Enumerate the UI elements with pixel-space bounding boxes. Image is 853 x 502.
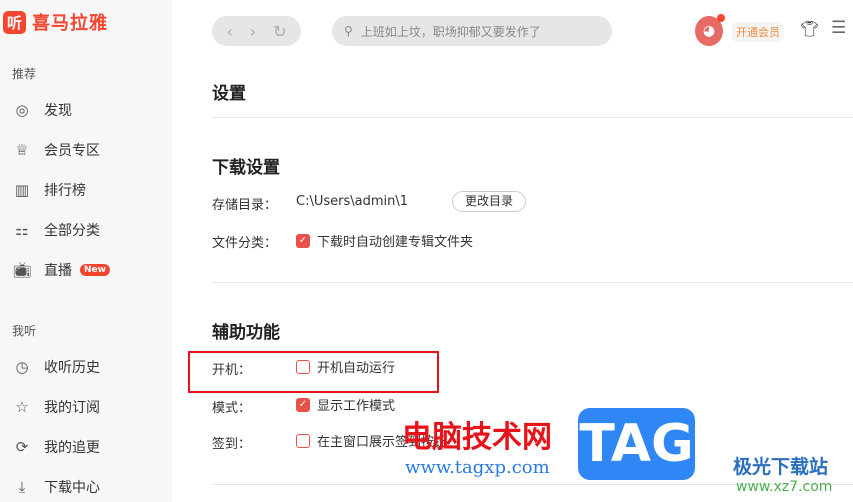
page-title: 设置	[212, 84, 246, 104]
watermark-text: 电脑技术网	[402, 420, 552, 455]
sidebar-item-label: 会员专区	[44, 143, 100, 159]
sidebar-item-categories[interactable]: ⚏ 全部分类	[12, 218, 100, 242]
section-my: 我听	[12, 324, 37, 338]
refresh-icon: ⟳	[15, 438, 29, 456]
tv-icon: 📺︎	[12, 261, 32, 279]
app-name: 喜马拉雅	[32, 13, 108, 34]
clock-icon: ◷	[15, 358, 29, 376]
grid-icon: ⚏	[15, 221, 29, 239]
watermark-site-url: www.xz7.com	[736, 479, 833, 495]
avatar[interactable]: ◕	[695, 14, 725, 46]
mode-checkbox[interactable]: ✓ 显示工作模式	[296, 395, 395, 414]
shirt-icon[interactable]: 👕︎	[800, 20, 819, 38]
sidebar-item-discover[interactable]: ◎ 发现	[12, 98, 72, 122]
option-label: 显示工作模式	[317, 399, 396, 414]
aux-heading: 辅助功能	[212, 323, 280, 343]
vip-button[interactable]: 开通会员	[732, 22, 784, 42]
download-settings-heading: 下载设置	[212, 158, 280, 178]
highlight-box	[188, 351, 439, 393]
download-icon: ⤓	[18, 478, 26, 496]
star-icon: ☆	[15, 398, 29, 416]
refresh-icon[interactable]: ↻	[273, 22, 286, 41]
divider	[212, 117, 853, 118]
search-input[interactable]: ⚲ 上班如上坟，职场抑郁又要发作了	[332, 16, 612, 46]
compass-icon: ◎	[15, 101, 29, 119]
sidebar-item-live[interactable]: 📺︎ 直播 New	[12, 258, 110, 282]
option-label: 下载时自动创建专辑文件夹	[317, 235, 474, 250]
checkbox-checked-icon[interactable]: ✓	[296, 397, 310, 412]
sidebar-item-label: 全部分类	[44, 223, 100, 239]
logo-icon: 听	[3, 10, 26, 34]
divider	[212, 282, 853, 283]
ranking-icon: ▥	[14, 181, 30, 199]
forward-icon[interactable]: ›	[250, 22, 256, 41]
sidebar-item-subscriptions[interactable]: ☆ 我的订阅	[12, 395, 100, 419]
sidebar-item-label: 我的追更	[44, 440, 100, 456]
mode-label: 模式：	[212, 401, 252, 416]
dir-label: 存储目录：	[212, 198, 278, 213]
sidebar-item-label: 我的订阅	[44, 400, 100, 416]
new-badge: New	[80, 264, 110, 276]
sidebar-item-vip[interactable]: ♕ 会员专区	[12, 138, 100, 162]
checkbox-icon[interactable]	[296, 433, 310, 448]
sidebar-item-history[interactable]: ◷ 收听历史	[12, 355, 100, 379]
crown-icon: ♕	[15, 141, 29, 159]
sidebar-item-label: 直播	[44, 263, 72, 279]
dir-value: C:\Users\admin\1	[296, 194, 409, 209]
sidebar-item-label: 发现	[44, 103, 72, 119]
search-placeholder: 上班如上坟，职场抑郁又要发作了	[360, 24, 541, 39]
checkbox-checked-icon[interactable]: ✓	[296, 233, 310, 248]
sidebar-item-label: 下载中心	[44, 480, 100, 496]
nav-buttons: ‹ › ↻	[212, 16, 301, 46]
search-icon: ⚲	[344, 24, 353, 38]
sidebar-item-following[interactable]: ⟳ 我的追更	[12, 435, 100, 459]
menu-icon[interactable]: ☰	[831, 18, 846, 38]
file-class-label: 文件分类：	[212, 236, 278, 251]
change-dir-button[interactable]: 更改目录	[452, 191, 527, 212]
sidebar-item-ranking[interactable]: ▥ 排行榜	[12, 178, 86, 202]
back-icon[interactable]: ‹	[226, 22, 232, 41]
app-logo[interactable]: 听 喜马拉雅	[3, 9, 108, 35]
sidebar-item-label: 收听历史	[44, 360, 100, 376]
file-class-checkbox[interactable]: ✓ 下载时自动创建专辑文件夹	[296, 231, 473, 250]
sign-label: 签到：	[212, 437, 252, 452]
section-recommend: 推荐	[12, 67, 37, 81]
sidebar-item-label: 排行榜	[44, 183, 86, 199]
watermark-site: 极光下载站	[733, 456, 829, 478]
sidebar: 听 喜马拉雅 推荐 ◎ 发现 ♕ 会员专区 ▥ 排行榜 ⚏ 全部分类 📺︎ 直播 New 我…	[0, 0, 172, 502]
watermark-url: www.tagxp.com	[405, 457, 550, 478]
watermark-tag-logo: TAG	[578, 408, 695, 480]
sidebar-item-downloads[interactable]: ⤓ 下载中心	[12, 475, 100, 499]
